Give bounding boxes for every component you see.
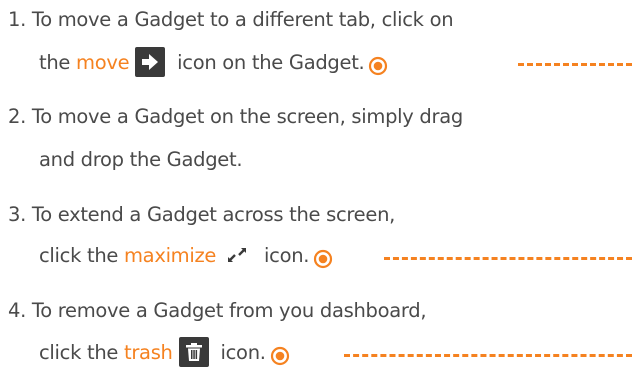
trash-icon (178, 336, 209, 367)
callout-leader-line (384, 257, 632, 260)
instruction-2-line-2: and drop the Gadget. (39, 148, 243, 171)
maximize-icon (222, 240, 252, 270)
callout-leader-line (518, 63, 632, 66)
callout-marker (270, 342, 290, 365)
instruction-4-line-2: click the trash icon. (39, 335, 290, 371)
instruction-1-pre: the (39, 51, 77, 74)
arrow-right-icon (135, 46, 166, 77)
callout-marker (313, 245, 333, 268)
instruction-4-post: icon. (214, 341, 266, 364)
instruction-1-post: icon on the Gadget. (171, 51, 365, 74)
instruction-3-line-1: 3. To extend a Gadget across the screen, (8, 203, 396, 226)
instruction-3-line-2: click the maximize icon. (39, 238, 333, 274)
instruction-1-line-1: 1. To move a Gadget to a different tab, … (8, 8, 454, 31)
callout-marker (368, 52, 388, 75)
instruction-1-line-2: the move icon on the Gadget. (39, 45, 388, 81)
instruction-3-pre: click the (39, 244, 124, 267)
callout-leader-line (344, 354, 632, 357)
instruction-4-pre: click the (39, 341, 124, 364)
instruction-3-post: icon. (258, 244, 310, 267)
maximize-keyword: maximize (123, 244, 217, 267)
move-keyword: move (76, 51, 130, 74)
instruction-4-line-1: 4. To remove a Gadget from you dashboard… (8, 299, 427, 322)
trash-keyword: trash (123, 341, 173, 364)
instruction-2-line-1: 2. To move a Gadget on the screen, simpl… (8, 105, 463, 128)
